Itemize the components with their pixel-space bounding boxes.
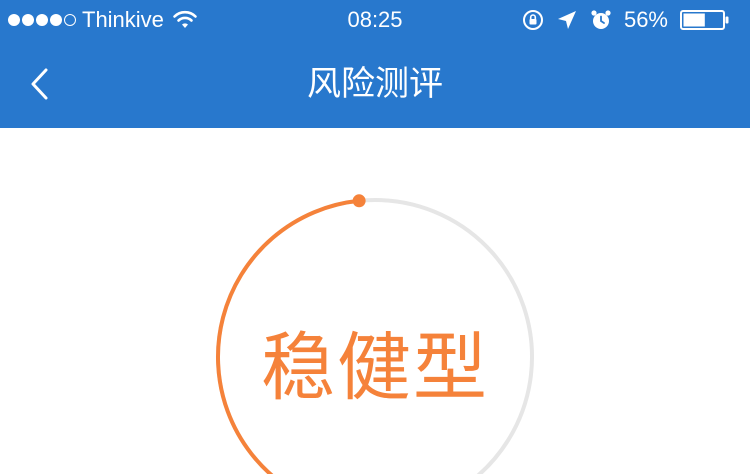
alarm-icon — [591, 10, 611, 29]
status-bar: Thinkive 08:25 56% — [0, 0, 750, 40]
battery-percentage: 56% — [623, 7, 668, 32]
location-arrow-icon — [557, 11, 576, 29]
risk-gauge — [216, 194, 534, 474]
risk-result-panel: 稳健型 — [0, 128, 750, 474]
risk-type-label: 稳健型 — [261, 325, 489, 411]
battery-icon — [680, 10, 729, 30]
nav-bar: 风险测评 — [0, 40, 750, 128]
page-title: 风险测评 — [307, 64, 443, 104]
gauge-knob — [352, 194, 366, 208]
orientation-lock-icon — [522, 10, 543, 30]
status-right: 56% — [522, 0, 730, 40]
app-header: Thinkive 08:25 56% 风险测评 — [0, 0, 750, 128]
